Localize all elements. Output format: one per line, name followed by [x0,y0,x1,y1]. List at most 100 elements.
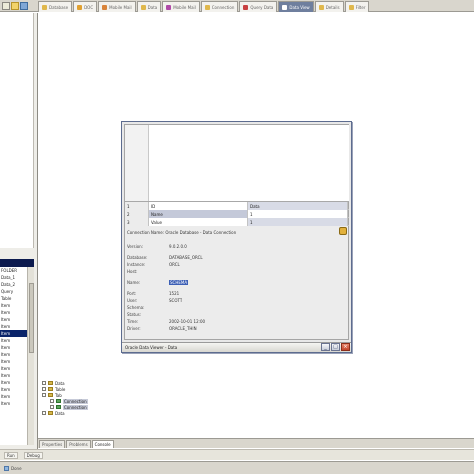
editor-tab[interactable]: Query Data [239,1,278,12]
tab-icon [204,4,210,10]
expand-toggle-icon[interactable] [42,387,46,391]
grid-row[interactable]: 2 Name 1 [125,210,349,218]
tree-item-label: Tab [55,392,62,398]
tree-item[interactable]: Data [42,410,182,416]
bottom-toolbar: Run Debug [0,449,474,460]
grid-cell[interactable]: Name [149,210,248,218]
grid-cell[interactable]: ID [149,202,248,210]
editor-tab[interactable]: Database [38,1,73,12]
property-label: Port: [127,291,137,296]
property-label: Version: [127,244,144,249]
tree-item-label: Data [55,380,65,386]
tab-icon [166,4,172,10]
property-row: Port: 1521 [127,290,347,297]
grid-cell[interactable]: 1 [248,218,348,226]
expand-toggle-icon[interactable] [42,411,46,415]
property-list: Version: 9.0.2.0.0 Database: DATABASE_ORCL I… [127,243,347,332]
property-label: Schema: [127,305,145,310]
property-value: 1521 [169,291,180,296]
grid-row[interactable]: 1 ID Data [125,202,349,210]
folder-icon [48,381,53,385]
tab-icon [140,4,146,10]
tab-label: Query Data [250,4,274,10]
toolbar-button[interactable]: Debug [23,451,43,459]
tab-label: Mobile Mail [173,4,196,10]
bottom-tab[interactable]: Console [91,440,114,448]
grid-cell[interactable]: 3 [125,218,149,226]
dialog-preview-area [149,125,349,201]
property-label: User: [127,298,138,303]
property-value: DATABASE_ORCL [169,255,203,260]
tab-icon [42,4,47,10]
tab-label: Connection [211,4,235,10]
grid-cell[interactable]: 2 [125,210,149,218]
tree-item-label: Table [55,386,66,392]
connection-icon[interactable] [339,227,347,235]
property-row: Host: [127,268,347,275]
property-value[interactable]: SCHEMA [169,280,189,285]
expand-toggle-icon[interactable] [42,381,46,385]
editor-tab[interactable]: Data View [278,1,314,12]
tab-label: Mobile Mail [109,4,132,10]
editor-tab[interactable]: Filter [344,1,370,12]
tab-icon [282,4,288,10]
tab-label: Filter [355,4,366,10]
expand-toggle-icon[interactable] [50,399,54,403]
editor-tab[interactable]: Data [136,1,162,12]
data-viewer-dialog: 1 ID Data 2 Name 1 3 Value 1 Connection Name: Or… [121,121,352,353]
property-label: Time: [127,319,139,324]
minimize-button[interactable]: _ [321,343,330,351]
bottom-tab[interactable]: Properties [39,440,66,448]
dialog-titlebar[interactable]: Oracle Data Viewer - Data [122,342,351,352]
bottom-tree[interactable]: Data Table Tab Connection Connection Data [42,380,182,420]
left-tree-scrollbar[interactable] [27,267,34,445]
window-controls: _ □ × [321,343,350,351]
dialog-content: 1 ID Data 2 Name 1 3 Value 1 Connection Name: Or… [124,124,349,340]
tree-panel-header [0,259,34,267]
property-value: ORCL [169,262,180,267]
close-button[interactable]: × [341,343,350,351]
folder-icon[interactable] [11,2,19,10]
property-row: Status: [127,311,347,318]
property-row: Version: 9.0.2.0.0 [127,243,347,250]
grid-cell[interactable]: 1 [248,210,348,218]
editor-tab[interactable]: Connection [200,1,239,12]
maximize-button[interactable]: □ [331,343,340,351]
tree-item-label: Connection [63,404,88,410]
property-row: Time: 2002-10-01 12:00 [127,318,347,325]
property-label: Name: [127,280,141,285]
expand-toggle-icon[interactable] [42,393,46,397]
scrollbar-thumb[interactable] [29,283,34,353]
status-icon [4,465,9,471]
property-row: Name: SCHEMA [127,279,347,286]
navigator-pane [0,13,34,248]
grid-cell[interactable]: 1 [125,202,149,210]
property-value: ORACLE_THIN [169,326,197,331]
grid-cell[interactable]: Data [248,202,348,210]
new-icon[interactable] [2,2,10,10]
tab-label: Data View [289,4,310,10]
toolbar-icon-group [0,0,28,12]
folder-icon [48,411,53,415]
expand-toggle-icon[interactable] [50,405,54,409]
grid-cell[interactable]: Value [149,218,248,226]
editor-tab[interactable]: Mobile Mail [98,1,136,12]
property-value: 9.0.2.0.0 [169,244,187,249]
editor-tab[interactable]: Details [314,1,344,12]
connection-header: Connection Name: Oracle Database - Data … [127,229,237,235]
connection-icon [56,405,61,409]
toolbar-button[interactable]: Run [4,451,18,459]
dialog-grid: 1 ID Data 2 Name 1 3 Value 1 [125,201,349,226]
tab-label: DOC [84,4,94,10]
tab-icon [243,4,249,10]
editor-tab[interactable]: DOC [73,1,98,12]
save-icon[interactable] [20,2,28,10]
property-value: SCOTT [169,298,183,303]
bottom-tab[interactable]: Problems [66,440,91,448]
property-value: 2002-10-01 12:00 [169,319,206,324]
grid-row[interactable]: 3 Value 1 [125,218,349,226]
dialog-title: Oracle Data Viewer - Data [125,345,178,350]
property-row: Driver: ORACLE_THIN [127,325,347,332]
property-label: Instance: [127,262,146,267]
editor-tab[interactable]: Mobile Mail [162,1,200,12]
